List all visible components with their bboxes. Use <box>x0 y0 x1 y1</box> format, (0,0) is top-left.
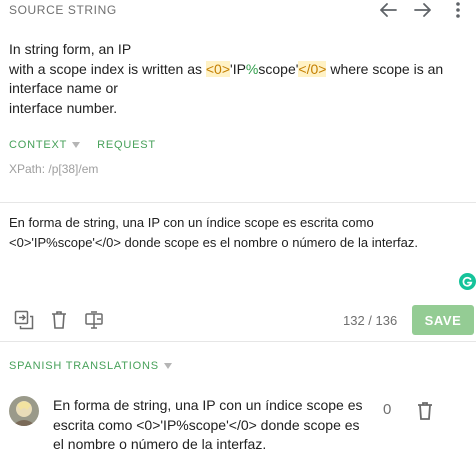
source-line-2: with a scope index is written as <0>'IP%… <box>9 60 449 99</box>
grammarly-icon[interactable] <box>459 273 476 290</box>
arrow-right-icon <box>414 3 431 17</box>
source-string-text: In string form, an IP with a scope index… <box>9 40 449 118</box>
chevron-down-icon <box>72 142 81 148</box>
more-options-button[interactable] <box>448 0 468 20</box>
next-string-button[interactable] <box>411 0 435 20</box>
divider <box>0 341 476 342</box>
placeholder-tag-close[interactable]: </0> <box>298 60 327 77</box>
machine-translation-button[interactable] <box>84 309 106 331</box>
arrow-left-icon <box>380 3 397 17</box>
source-text-segment: scope' <box>258 60 299 77</box>
divider <box>0 202 476 203</box>
tab-request[interactable]: REQUEST <box>97 139 156 151</box>
placeholder-tag-open[interactable]: <0> <box>205 60 231 77</box>
save-button[interactable]: SAVE <box>412 305 474 335</box>
trash-icon <box>418 402 432 420</box>
previous-string-button[interactable] <box>376 0 400 20</box>
translations-header[interactable]: SPANISH TRANSLATIONS <box>9 360 189 372</box>
tab-context[interactable]: CONTEXT <box>9 139 67 151</box>
copy-source-icon <box>14 310 34 330</box>
source-line-3: interface number. <box>9 99 118 116</box>
context-tabs: CONTEXT REQUEST <box>9 139 156 151</box>
trash-icon <box>52 311 66 329</box>
source-text-segment: with a scope index is written as <box>9 60 206 77</box>
source-text-segment: 'IP <box>230 60 246 77</box>
vote-count: 0 <box>383 401 392 418</box>
delete-translation-button[interactable] <box>415 400 435 422</box>
placeholder-percent[interactable]: % <box>246 61 258 77</box>
clear-translation-button[interactable] <box>48 309 70 331</box>
avatar <box>9 396 39 426</box>
translations-heading: SPANISH TRANSLATIONS <box>9 360 159 372</box>
chevron-down-icon <box>163 363 172 369</box>
more-vertical-icon <box>456 2 460 18</box>
source-string-heading: SOURCE STRING <box>9 3 117 17</box>
translation-entry-text[interactable]: En forma de string, una IP con un índice… <box>53 396 363 455</box>
source-line-1: In string form, an IP <box>9 41 132 57</box>
copy-source-button[interactable] <box>13 309 35 331</box>
translation-textarea[interactable]: En forma de string, una IP con un índice… <box>9 213 464 293</box>
character-count: 132 / 136 <box>343 313 398 328</box>
xpath-info: XPath: /p[38]/em <box>9 162 99 176</box>
machine-translation-icon <box>85 311 103 329</box>
